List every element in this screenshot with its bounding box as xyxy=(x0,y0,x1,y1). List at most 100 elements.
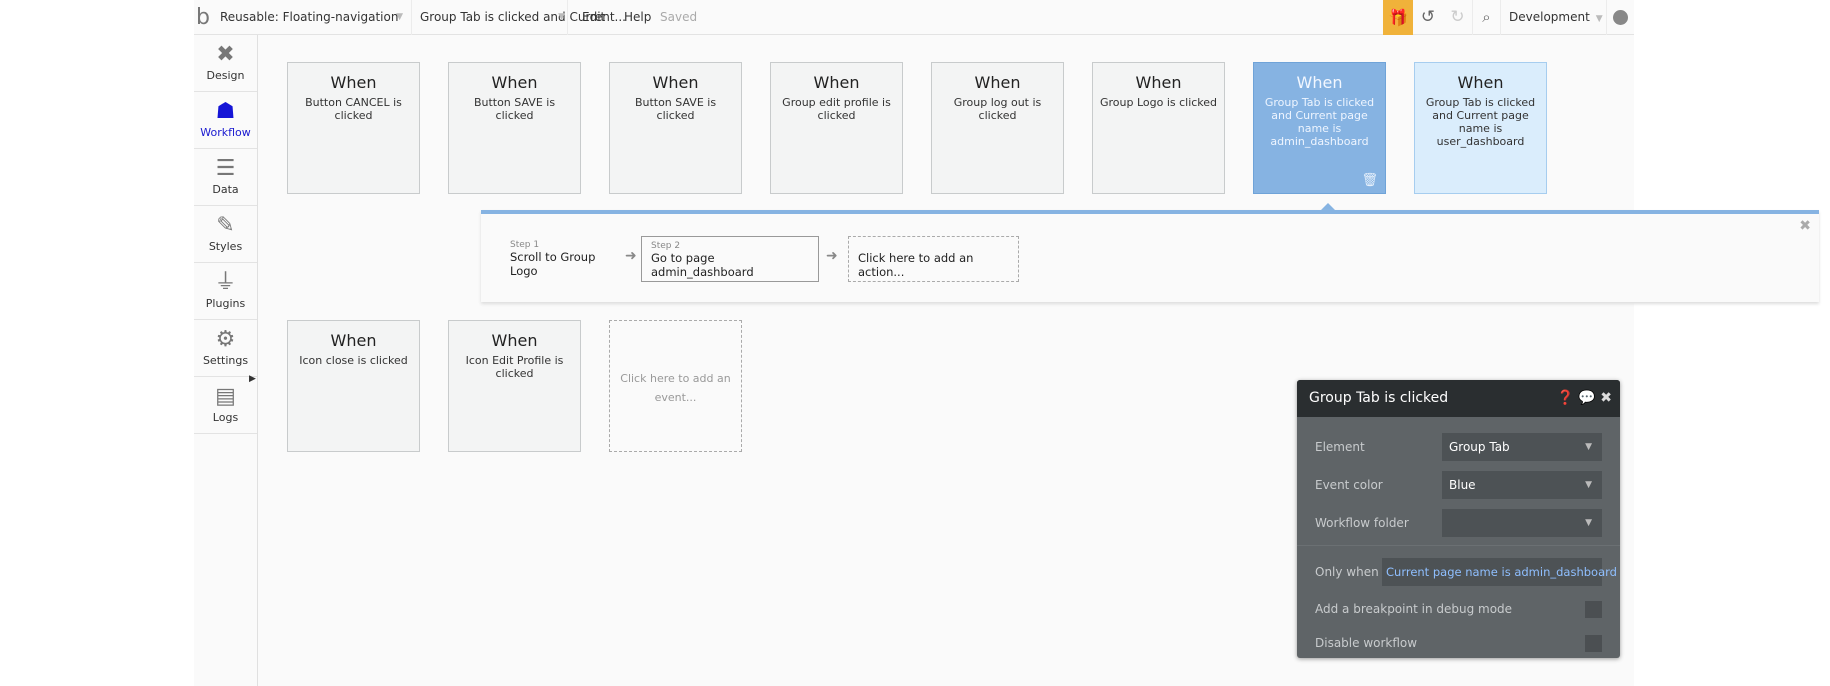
event-properties-panel: Group Tab is clicked ❓ 💬 ✖ Element Group … xyxy=(1297,380,1620,658)
sidebar-item-styles[interactable]: ✎ Styles xyxy=(194,206,257,263)
sidebar-item-label: Workflow xyxy=(200,126,251,139)
event-card[interactable]: When Group log out is clicked xyxy=(931,62,1064,194)
sidebar-item-design[interactable]: ✖ Design xyxy=(194,35,257,92)
design-icon: ✖ xyxy=(216,42,235,67)
element-value: Group Tab xyxy=(1449,440,1510,454)
event-when: When xyxy=(813,73,860,92)
event-card[interactable]: When Group Tab is clicked and Current pag… xyxy=(1253,62,1386,194)
document-icon: ▤ xyxy=(215,384,236,409)
add-event-button[interactable]: Click here to add an event... xyxy=(609,320,742,452)
event-text: Button SAVE is clicked xyxy=(634,96,717,122)
gift-icon[interactable]: 🎁 xyxy=(1383,0,1413,35)
save-status: Saved xyxy=(660,10,698,24)
top-bar: b Reusable: Floating-navigation ▼ Group T… xyxy=(194,0,1634,35)
user-icon[interactable] xyxy=(1607,0,1634,35)
close-icon[interactable]: ✖ xyxy=(1600,390,1612,406)
step-label: Step 1 xyxy=(510,240,540,250)
bubble-logo[interactable]: b xyxy=(194,0,212,35)
sidebar-item-workflow[interactable]: ☗ Workflow xyxy=(194,92,257,149)
page-selector-value: Reusable: Floating-navigation xyxy=(220,10,399,24)
element-dropdown[interactable]: Group Tab ▼ xyxy=(1442,433,1602,461)
action-step-2[interactable]: Step 2 Go to page admin_dashboard xyxy=(641,236,819,282)
event-card[interactable]: When Button SAVE is clicked xyxy=(448,62,581,194)
event-text: Icon close is clicked xyxy=(299,354,408,367)
event-card[interactable]: When Group Logo is clicked xyxy=(1092,62,1225,194)
sidebar-item-settings[interactable]: ⚙ Settings xyxy=(194,320,257,377)
step-text: Go to page admin_dashboard xyxy=(651,251,754,279)
undo-icon[interactable]: ↺ xyxy=(1413,0,1443,35)
divider xyxy=(1297,545,1620,546)
event-when: When xyxy=(491,73,538,92)
event-card[interactable]: When Group Tab is clicked and Current pag… xyxy=(1414,62,1547,194)
event-card[interactable]: When Button CANCEL is clicked xyxy=(287,62,420,194)
chevron-down-icon: ▼ xyxy=(558,12,565,22)
event-text: Group edit profile is clicked xyxy=(782,96,891,122)
sidebar-item-label: Design xyxy=(206,69,245,82)
event-when: When xyxy=(491,331,538,350)
event-text: Group Logo is clicked xyxy=(1099,96,1218,109)
event-card[interactable]: When Group edit profile is clicked xyxy=(770,62,903,194)
event-card[interactable]: When Button SAVE is clicked xyxy=(609,62,742,194)
arrow-right-icon: ➜ xyxy=(625,248,637,264)
arrow-right-icon: ➜ xyxy=(826,248,838,264)
sidebar-item-label: Plugins xyxy=(205,297,246,310)
sidebar-item-label: Logs xyxy=(212,411,239,424)
chevron-down-icon: ▼ xyxy=(1585,442,1592,452)
event-when: When xyxy=(652,73,699,92)
event-when: When xyxy=(330,73,377,92)
help-icon[interactable]: ❓ xyxy=(1556,390,1573,406)
chevron-down-icon: ▼ xyxy=(1585,518,1592,528)
sidebar-item-label: Styles xyxy=(208,240,243,253)
element-label: Element xyxy=(1315,440,1365,454)
event-text: Button SAVE is clicked xyxy=(473,96,556,122)
event-when: When xyxy=(1296,73,1343,92)
event-text: Group Tab is clicked and Current page na… xyxy=(1425,96,1536,148)
brush-icon: ✎ xyxy=(216,213,235,238)
workflow-folder-label: Workflow folder xyxy=(1315,516,1409,530)
event-color-value: Blue xyxy=(1449,478,1476,492)
chevron-down-icon: ▼ xyxy=(1595,14,1603,24)
plug-icon: ⏚ xyxy=(214,270,237,295)
disable-workflow-label: Disable workflow xyxy=(1315,636,1418,650)
close-icon[interactable]: ✖ xyxy=(1799,218,1811,234)
environment-value: Development xyxy=(1509,10,1590,24)
redo-icon[interactable]: ↻ xyxy=(1443,0,1473,35)
breakpoint-checkbox[interactable] xyxy=(1585,601,1602,618)
panel-header: Group Tab is clicked ❓ 💬 ✖ xyxy=(1297,380,1620,417)
event-selector[interactable]: Group Tab is clicked and Current... ▼ xyxy=(412,0,626,35)
workflow-icon: ☗ xyxy=(215,99,236,124)
environment-selector[interactable]: Development ▼ xyxy=(1501,0,1607,35)
breakpoint-label: Add a breakpoint in debug mode xyxy=(1315,602,1513,616)
action-step-1[interactable]: Step 1 Scroll to Group Logo xyxy=(501,236,619,282)
event-color-dropdown[interactable]: Blue ▼ xyxy=(1442,471,1602,499)
chevron-down-icon: ▼ xyxy=(396,12,403,22)
event-when: When xyxy=(1135,73,1182,92)
workflow-folder-dropdown[interactable]: ▼ xyxy=(1442,509,1602,537)
sidebar: ✖ Design ☗ Workflow ☰ Data ✎ Styles ⏚ Plugins… xyxy=(194,35,258,686)
event-when: When xyxy=(330,331,377,350)
only-when-condition[interactable]: Current page name is admin_dashboard xyxy=(1382,558,1617,586)
event-text: Group Tab is clicked and Current page na… xyxy=(1264,96,1375,148)
event-text: Icon Edit Profile is clicked xyxy=(465,354,564,380)
sidebar-item-label: Data xyxy=(212,183,239,196)
comment-icon[interactable]: 💬 xyxy=(1578,390,1595,406)
step-label: Step 2 xyxy=(651,241,681,251)
page-selector[interactable]: Reusable: Floating-navigation ▼ xyxy=(212,0,412,35)
sidebar-item-plugins[interactable]: ⏚ Plugins xyxy=(194,263,257,320)
sidebar-item-data[interactable]: ☰ Data xyxy=(194,149,257,206)
search-icon[interactable]: ⌕ xyxy=(1473,0,1501,35)
expand-sidebar-icon[interactable]: ▶ xyxy=(249,374,256,384)
sidebar-item-logs[interactable]: ▤ Logs xyxy=(194,377,257,434)
event-card[interactable]: When Icon close is clicked xyxy=(287,320,420,452)
workflow-actions-strip: Step 1 Scroll to Group Logo ➜ Step 2 Go to… xyxy=(481,210,1819,302)
trash-icon[interactable]: 🗑 xyxy=(1361,173,1378,188)
panel-title: Group Tab is clicked xyxy=(1309,390,1449,406)
edit-menu[interactable]: Edit xyxy=(568,0,613,35)
add-action-button[interactable]: Click here to add an action... xyxy=(848,236,1019,282)
event-card[interactable]: When Icon Edit Profile is clicked xyxy=(448,320,581,452)
event-text: Group log out is clicked xyxy=(953,96,1042,122)
chevron-down-icon: ▼ xyxy=(1585,480,1592,490)
database-icon: ☰ xyxy=(215,156,236,181)
disable-workflow-checkbox[interactable] xyxy=(1585,635,1602,652)
event-when: When xyxy=(1457,73,1504,92)
